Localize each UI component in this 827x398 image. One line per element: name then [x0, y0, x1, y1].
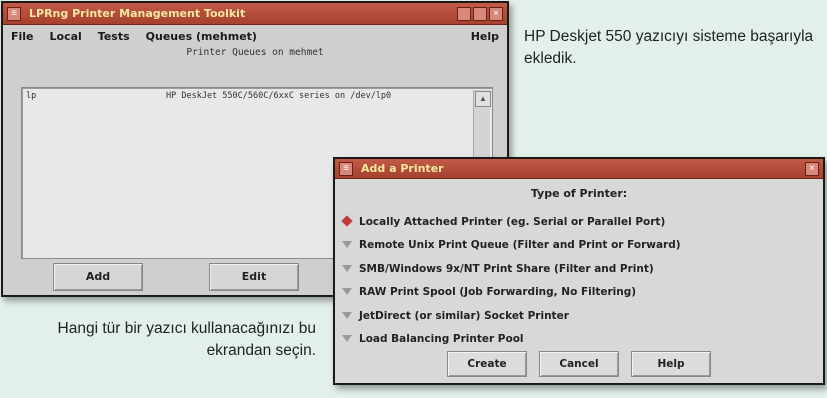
- menu-help[interactable]: Help: [471, 30, 499, 43]
- option-label: Remote Unix Print Queue (Filter and Prin…: [359, 239, 681, 252]
- caption-top: HP Deskjet 550 yazıcıyı sisteme başarıyl…: [524, 28, 814, 67]
- table-row[interactable]: lp HP DeskJet 550C/560C/6xxC series on /…: [22, 88, 492, 104]
- option-label: RAW Print Spool (Job Forwarding, No Filt…: [359, 286, 637, 299]
- add-button[interactable]: Add: [53, 263, 143, 291]
- window-menu-icon[interactable]: ≡: [7, 6, 21, 21]
- radio-selected-icon[interactable]: [341, 216, 353, 228]
- radio-icon[interactable]: [341, 286, 353, 298]
- dialog-titlebar[interactable]: ≡ Add a Printer ×: [335, 159, 823, 179]
- option-smb-windows[interactable]: SMB/Windows 9x/NT Print Share (Filter an…: [341, 257, 823, 281]
- radio-icon[interactable]: [341, 239, 353, 251]
- main-titlebar[interactable]: ≡ LPRng Printer Management Toolkit ×: [3, 3, 507, 25]
- option-local-printer[interactable]: Locally Attached Printer (eg. Serial or …: [341, 210, 823, 234]
- queue-name: lp: [26, 91, 37, 101]
- menu-queues[interactable]: Queues (mehmet): [146, 30, 257, 43]
- create-button[interactable]: Create: [447, 351, 527, 377]
- menu-tests[interactable]: Tests: [98, 30, 130, 43]
- cancel-button[interactable]: Cancel: [539, 351, 619, 377]
- scroll-up-icon[interactable]: ▲: [475, 91, 491, 107]
- printer-type-options: Locally Attached Printer (eg. Serial or …: [335, 210, 823, 351]
- option-label: JetDirect (or similar) Socket Printer: [359, 309, 569, 322]
- minimize-icon[interactable]: [457, 6, 471, 21]
- help-button[interactable]: Help: [631, 351, 711, 377]
- option-label: SMB/Windows 9x/NT Print Share (Filter an…: [359, 262, 654, 275]
- radio-icon[interactable]: [341, 310, 353, 322]
- dialog-title: Add a Printer: [361, 162, 444, 175]
- main-window-title: LPRng Printer Management Toolkit: [29, 7, 246, 20]
- option-raw-spool[interactable]: RAW Print Spool (Job Forwarding, No Filt…: [341, 281, 823, 305]
- radio-icon[interactable]: [341, 333, 353, 345]
- menu-local[interactable]: Local: [50, 30, 82, 43]
- queue-list-header: Printer Queues on mehmet: [186, 47, 324, 58]
- dialog-close-icon[interactable]: ×: [805, 161, 819, 176]
- menu-file[interactable]: File: [11, 30, 34, 43]
- dialog-menu-icon[interactable]: ≡: [339, 161, 353, 176]
- option-load-balancing[interactable]: Load Balancing Printer Pool: [341, 328, 823, 352]
- printer-type-heading: Type of Printer:: [530, 187, 628, 200]
- caption-bottom: Hangi tür bir yazıcı kullanacağınızı bu …: [57, 320, 316, 359]
- maximize-icon[interactable]: [473, 6, 487, 21]
- add-printer-dialog: ≡ Add a Printer × Type of Printer: Local…: [333, 157, 825, 385]
- main-menubar: File Local Tests Queues (mehmet) Help: [3, 25, 507, 47]
- option-label: Load Balancing Printer Pool: [359, 333, 524, 346]
- dialog-button-row: Create Cancel Help: [335, 351, 823, 377]
- close-icon[interactable]: ×: [489, 6, 503, 21]
- queue-description: HP DeskJet 550C/560C/6xxC series on /dev…: [166, 91, 392, 101]
- edit-button[interactable]: Edit: [209, 263, 299, 291]
- option-label: Locally Attached Printer (eg. Serial or …: [359, 215, 666, 228]
- radio-icon[interactable]: [341, 263, 353, 275]
- option-remote-unix[interactable]: Remote Unix Print Queue (Filter and Prin…: [341, 234, 823, 258]
- option-jetdirect[interactable]: JetDirect (or similar) Socket Printer: [341, 304, 823, 328]
